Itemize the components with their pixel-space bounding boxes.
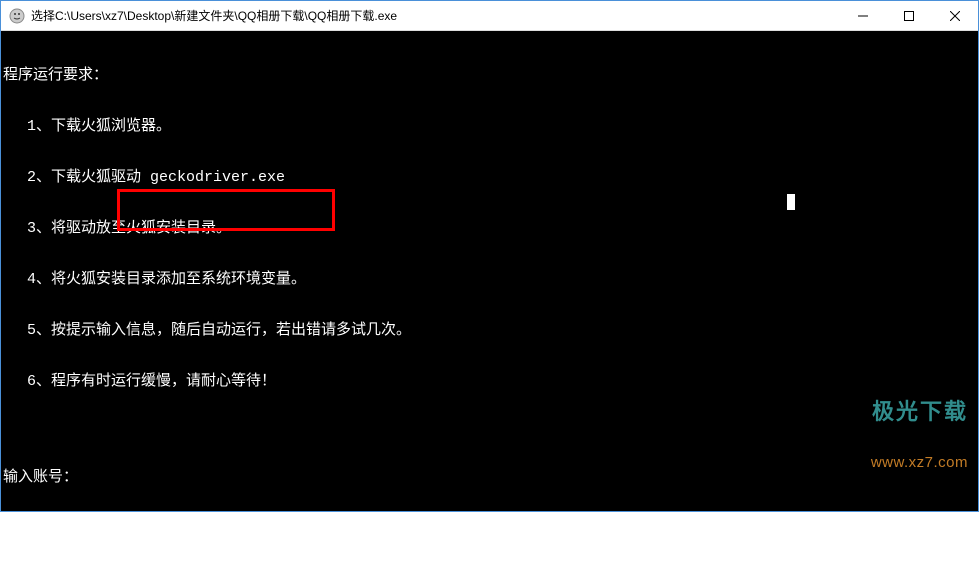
console-line: 6、程序有时运行缓慢，请耐心等待！ <box>3 373 978 390</box>
titlebar: 选择C:\Users\xz7\Desktop\新建文件夹\QQ相册下载\QQ相册… <box>1 1 978 31</box>
watermark-brand: 极光下载 <box>871 403 968 420</box>
maximize-button[interactable] <box>886 1 932 30</box>
console-line: 2、下载火狐驱动 geckodriver.exe <box>3 169 978 186</box>
window-controls <box>840 1 978 30</box>
prompt-label: 输入账号： <box>3 469 78 486</box>
prompt-row: 输入账号： <box>3 469 978 486</box>
window-title: 选择C:\Users\xz7\Desktop\新建文件夹\QQ相册下载\QQ相册… <box>31 7 840 24</box>
close-button[interactable] <box>932 1 978 30</box>
console-area[interactable]: 程序运行要求： 1、下载火狐浏览器。 2、下载火狐驱动 geckodriver.… <box>1 31 978 511</box>
console-line: 3、将驱动放至火狐安装目录。 <box>3 220 978 237</box>
console-header: 程序运行要求： <box>3 67 978 84</box>
minimize-button[interactable] <box>840 1 886 30</box>
console-line: 1、下载火狐浏览器。 <box>3 118 978 135</box>
text-cursor <box>787 194 795 210</box>
console-line: 4、将火狐安装目录添加至系统环境变量。 <box>3 271 978 288</box>
app-icon <box>9 8 25 24</box>
console-line: 5、按提示输入信息，随后自动运行，若出错请多试几次。 <box>3 322 978 339</box>
